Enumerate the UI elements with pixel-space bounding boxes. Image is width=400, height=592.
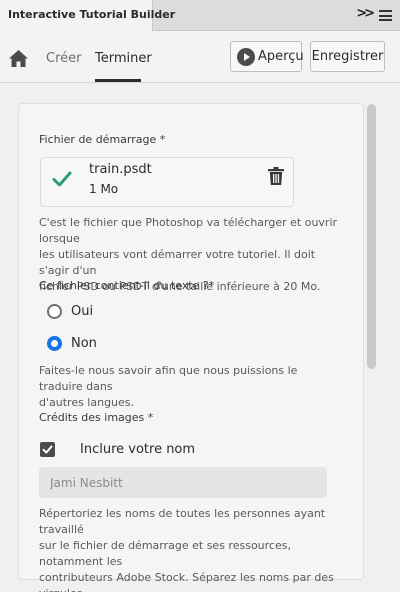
trash-icon[interactable] [268,167,284,185]
save-button[interactable]: Enregistrer [310,41,385,72]
include-name-checkbox[interactable] [40,442,55,457]
panel-tab[interactable]: Interactive Tutorial Builder [0,0,175,31]
play-icon [237,48,255,66]
save-button-label: Enregistrer [311,49,384,64]
image-credits-help: Répertoriez les noms de toutes les perso… [39,507,334,592]
panel-title: Interactive Tutorial Builder [8,8,176,21]
radio-no[interactable] [47,336,62,351]
contains-text-help: Faites-le nous savoir afin que nous puis… [39,364,298,409]
contains-text-label: Ce fichier contient-il du texte ?* [39,279,215,292]
panel-more-icon[interactable]: >> [356,6,375,21]
image-credits-label: Crédits des images * [39,411,154,424]
start-file-label: Fichier de démarrage * [39,133,166,146]
scrollbar-thumb[interactable] [367,104,376,369]
radio-no-label[interactable]: Non [71,336,97,351]
tab-finish[interactable]: Terminer [95,51,152,66]
credits-name-field[interactable] [39,467,327,498]
home-icon[interactable] [9,50,28,67]
file-size: 1 Mo [89,182,119,196]
include-name-label[interactable]: Inclure votre nom [80,442,195,457]
start-file-box [40,157,294,207]
panel-titlebar: Interactive Tutorial Builder >> [0,0,400,31]
checkmark-icon [52,171,72,187]
file-name: train.psdt [89,162,152,177]
panel-menu-icon[interactable] [379,10,392,21]
radio-yes[interactable] [47,304,62,319]
tab-create[interactable]: Créer [46,51,81,66]
nav-bar: Créer Terminer Aperçu Enregistrer [0,31,400,83]
radio-yes-label[interactable]: Oui [71,304,93,319]
preview-button-label: Aperçu [258,49,304,64]
active-tab-indicator [95,79,141,82]
checkbox-check-icon [42,445,53,454]
preview-button[interactable]: Aperçu [230,41,304,72]
